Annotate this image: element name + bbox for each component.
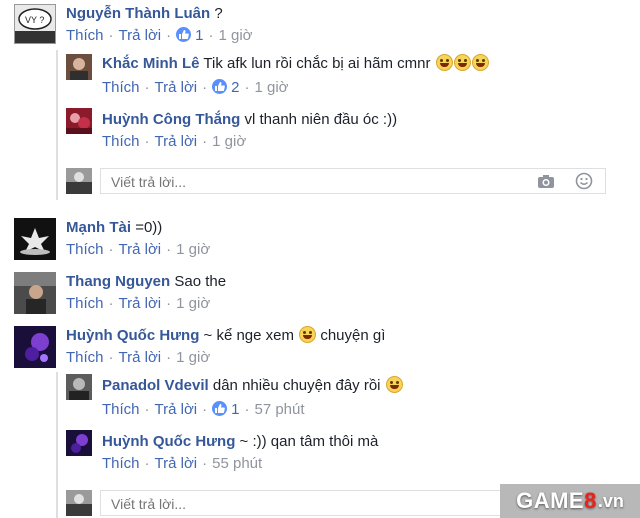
like-button[interactable]: Thích (66, 349, 104, 366)
comment-text: Sao the (174, 273, 227, 290)
laughing-emoji-icon (435, 54, 453, 71)
like-button[interactable]: Thích (66, 295, 104, 312)
like-icon[interactable] (212, 401, 228, 416)
reply-button[interactable]: Trả lời (155, 133, 198, 150)
comment-text: dân nhiều chuyện đây rồi (212, 377, 381, 394)
comment-time[interactable]: 1 giờ (218, 27, 252, 44)
like-button[interactable]: Thích (66, 27, 104, 44)
like-button[interactable]: Thích (102, 133, 140, 150)
laughing-emoji-icon (471, 54, 489, 71)
avatar[interactable] (14, 218, 56, 260)
like-button[interactable]: Thích (102, 401, 140, 418)
avatar[interactable]: VY ? (14, 4, 56, 44)
comment-text: ~ :)) qan tâm thôi mà (239, 433, 379, 450)
comment-time[interactable]: 1 giờ (254, 79, 288, 96)
avatar[interactable] (66, 54, 92, 80)
comment-author[interactable]: Huỳnh Quốc Hưng (66, 327, 199, 344)
comment-author[interactable]: Khắc Minh Lê (102, 55, 200, 72)
comment-author[interactable]: Huỳnh Công Thắng (102, 111, 240, 128)
reply-button[interactable]: Trả lời (119, 349, 162, 366)
comment-text: vl thanh niên đầu óc :)) (244, 111, 398, 128)
watermark-vn: .vn (597, 490, 624, 511)
camera-icon[interactable] (537, 173, 555, 193)
avatar[interactable] (66, 430, 92, 456)
reply-button[interactable]: Trả lời (119, 295, 162, 312)
comment-author[interactable]: Nguyễn Thành Luân (66, 5, 210, 22)
comment-time[interactable]: 55 phút (212, 455, 262, 472)
comment-author[interactable]: Mạnh Tài (66, 219, 131, 236)
comment-text: Tik afk lun rồi chắc bị ai hãm cmnr (203, 55, 431, 72)
game8-watermark-logo: GAME 8 .vn (500, 484, 640, 518)
reply-input[interactable] (109, 173, 513, 191)
avatar[interactable] (66, 374, 92, 400)
comment-time[interactable]: 1 giờ (212, 133, 246, 150)
comment-time[interactable]: 57 phút (254, 401, 304, 418)
comment-text: ~ kể nge xem (203, 327, 294, 344)
comment-author[interactable]: Huỳnh Quốc Hưng (102, 433, 235, 450)
comment-time[interactable]: 1 giờ (176, 295, 210, 312)
thread-line (56, 372, 58, 518)
current-user-avatar (66, 490, 92, 516)
comment-text: =0)) (135, 219, 163, 236)
avatar[interactable] (14, 272, 56, 314)
avatar-speech-bubble-icon: VY ? (15, 5, 55, 43)
thread-line (56, 50, 58, 200)
reply-button[interactable]: Trả lời (155, 79, 198, 96)
comment-text: ? (214, 5, 223, 22)
laughing-emoji-icon (453, 54, 471, 71)
comment-author[interactable]: Panadol Vdevil (102, 377, 209, 394)
like-button[interactable]: Thích (102, 455, 140, 472)
comment-time[interactable]: 1 giờ (176, 349, 210, 366)
reply-input[interactable] (109, 495, 513, 513)
watermark-game: GAME (516, 488, 585, 513)
comment-author[interactable]: Thang Nguyen (66, 273, 170, 290)
reply-box[interactable] (100, 168, 606, 194)
avatar[interactable] (66, 108, 92, 134)
reply-button[interactable]: Trả lời (155, 401, 198, 418)
like-button[interactable]: Thích (66, 241, 104, 258)
reply-button[interactable]: Trả lời (155, 455, 198, 472)
avatar[interactable] (14, 326, 56, 368)
reply-button[interactable]: Trả lời (119, 27, 162, 44)
comment-time[interactable]: 1 giờ (176, 241, 210, 258)
reply-button[interactable]: Trả lời (119, 241, 162, 258)
emoji-icon[interactable] (575, 172, 593, 194)
comment-text-continued: chuyện gì (320, 327, 386, 344)
like-icon[interactable] (176, 27, 192, 42)
tongue-out-emoji-icon (385, 376, 403, 393)
like-icon[interactable] (212, 79, 228, 94)
current-user-avatar (66, 168, 92, 194)
avatar-text: VY ? (25, 15, 44, 25)
like-button[interactable]: Thích (102, 79, 140, 96)
watermark-8: 8 (584, 488, 597, 513)
tongue-out-emoji-icon (299, 326, 317, 343)
